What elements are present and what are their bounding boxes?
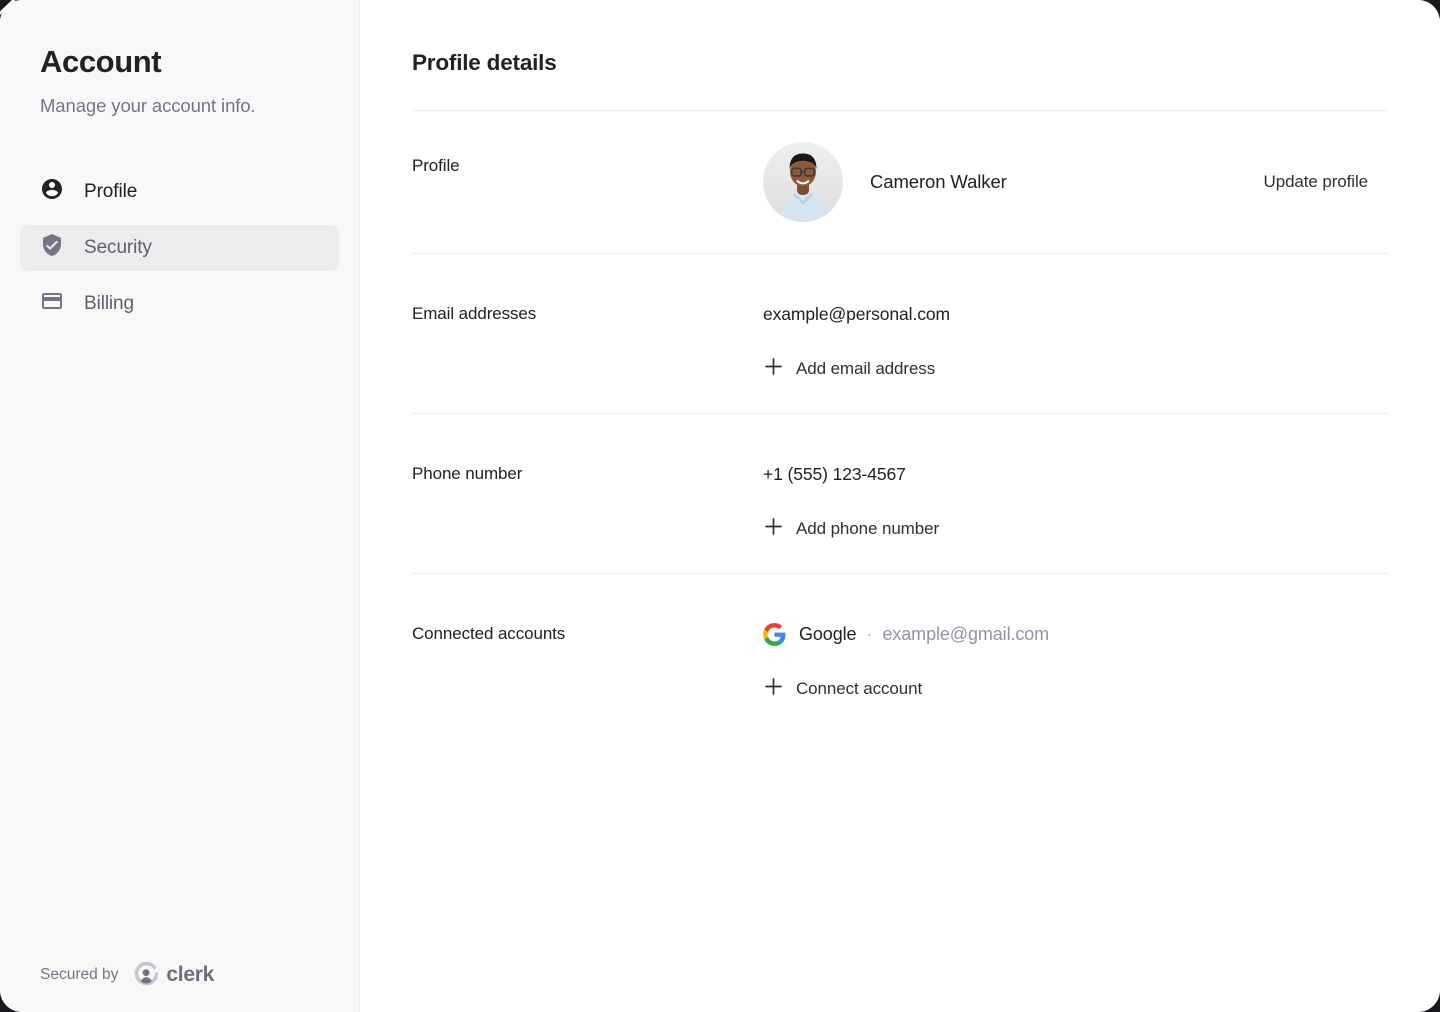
credit-card-icon: [40, 289, 64, 319]
sidebar-item-billing[interactable]: Billing: [20, 281, 339, 327]
sidebar-item-label: Profile: [84, 181, 137, 203]
google-icon: [763, 623, 786, 646]
add-phone-button[interactable]: Add phone number: [763, 518, 939, 540]
panel-title: Profile details: [412, 0, 1388, 110]
connected-accounts-section: Connected accounts Google · example@gmai…: [412, 574, 1388, 733]
phone-section-label: Phone number: [412, 462, 763, 540]
profile-section-label: Profile: [412, 111, 763, 178]
connected-account-item: Google · example@gmail.com: [763, 622, 1388, 646]
email-value: example@personal.com: [763, 302, 1388, 326]
connect-account-label: Connect account: [796, 679, 922, 699]
add-email-button[interactable]: Add email address: [763, 358, 935, 380]
update-profile-button[interactable]: Update profile: [1264, 172, 1368, 192]
user-name: Cameron Walker: [870, 171, 1007, 193]
plus-icon: [765, 358, 782, 380]
secured-by-label: Secured by: [40, 966, 118, 984]
add-email-label: Add email address: [796, 359, 935, 379]
plus-icon: [765, 518, 782, 540]
user-circle-icon: [40, 177, 64, 207]
add-phone-label: Add phone number: [796, 519, 939, 539]
connected-accounts-label: Connected accounts: [412, 622, 763, 700]
sidebar-item-profile[interactable]: Profile: [20, 169, 339, 215]
email-section-label: Email addresses: [412, 302, 763, 380]
page-subtitle: Manage your account info.: [40, 95, 339, 117]
shield-check-icon: [40, 233, 64, 263]
clerk-brand-label: clerk: [166, 963, 214, 987]
page-title: Account: [40, 44, 339, 80]
phone-value: +1 (555) 123-4567: [763, 462, 1388, 486]
secured-by-clerk: Secured by clerk: [40, 962, 214, 987]
phone-section: Phone number +1 (555) 123-4567 Add phone…: [412, 414, 1388, 573]
sidebar-item-label: Billing: [84, 293, 134, 315]
provider-name: Google: [799, 622, 856, 646]
sidebar: Account Manage your account info. Profil…: [0, 0, 360, 1012]
sidebar-nav: Profile Security Billing: [20, 169, 339, 327]
sidebar-item-label: Security: [84, 237, 152, 259]
email-section: Email addresses example@personal.com Add…: [412, 254, 1388, 413]
plus-icon: [765, 678, 782, 700]
connect-account-button[interactable]: Connect account: [763, 678, 922, 700]
connected-account-email: example@gmail.com: [882, 622, 1049, 646]
account-modal: Account Manage your account info. Profil…: [0, 0, 1440, 1012]
sidebar-item-security[interactable]: Security: [20, 225, 339, 271]
profile-details-panel: Profile details Profile: [360, 0, 1440, 1012]
clerk-logo-icon: [134, 962, 159, 987]
avatar: [763, 142, 843, 222]
profile-section: Profile: [412, 111, 1388, 253]
dot-separator: ·: [866, 622, 872, 646]
